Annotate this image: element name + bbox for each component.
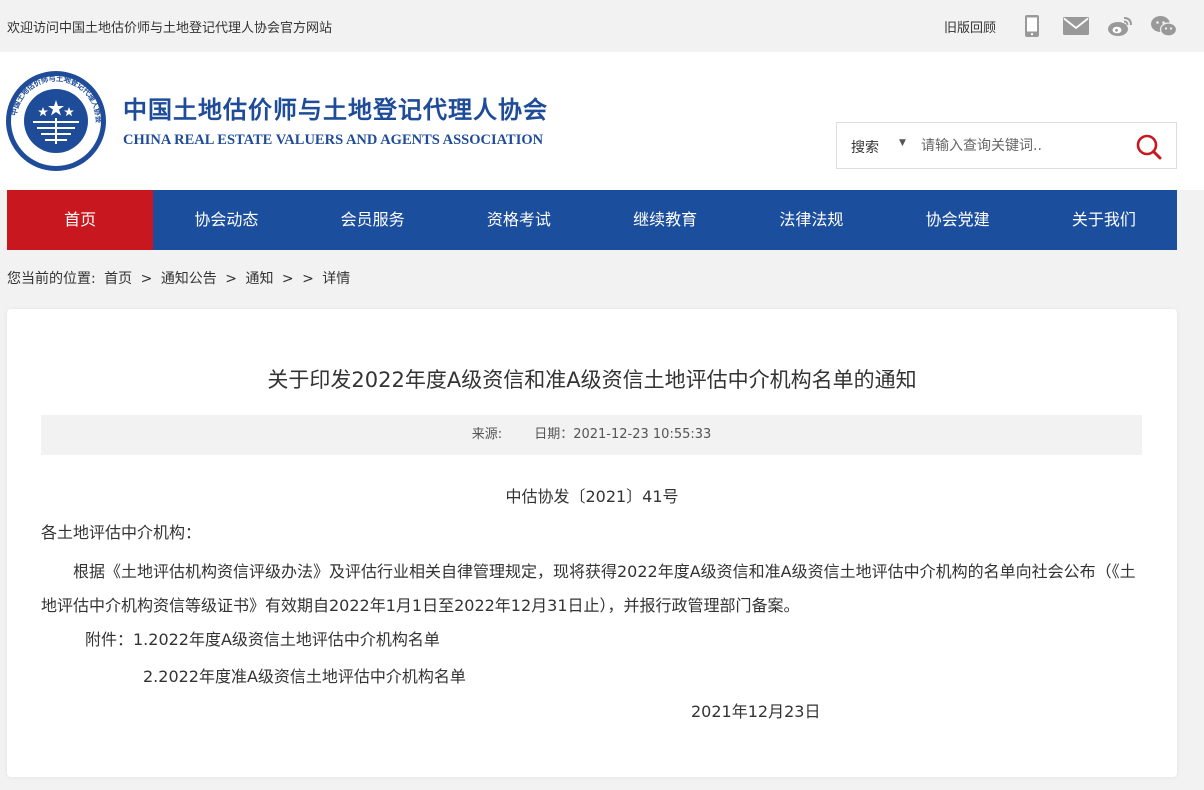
site-header: 中国土地估价师与土地登记代理人协会 中国土地估价师与土地登记代理人协会 CHIN… bbox=[0, 52, 1204, 190]
nav-item-education[interactable]: 继续教育 bbox=[592, 190, 738, 250]
chevron-down-icon[interactable]: ▼ bbox=[899, 138, 906, 148]
breadcrumb-separator: > bbox=[281, 271, 294, 287]
article-source: 来源: bbox=[471, 427, 503, 442]
mobile-icon[interactable] bbox=[1020, 14, 1044, 38]
search-box: 搜索 ▼ bbox=[836, 122, 1177, 169]
nav-item-home[interactable]: 首页 bbox=[7, 190, 154, 250]
nav-item-member-services[interactable]: 会员服务 bbox=[300, 190, 446, 250]
article-date: 日期：2021-12-23 10:55:33 bbox=[534, 427, 712, 442]
nav-item-news[interactable]: 协会动态 bbox=[153, 190, 299, 250]
wechat-icon[interactable] bbox=[1150, 14, 1178, 38]
top-bar: 欢迎访问中国土地估价师与土地登记代理人协会官方网站 旧版回顾 bbox=[0, 0, 1204, 52]
breadcrumb-separator: > bbox=[140, 271, 153, 287]
site-title-en[interactable]: CHINA REAL ESTATE VALUERS AND AGENTS ASS… bbox=[123, 132, 543, 149]
search-icon[interactable] bbox=[1135, 133, 1163, 161]
signed-date: 2021年12月23日 bbox=[691, 702, 821, 721]
welcome-text: 欢迎访问中国土地估价师与土地登记代理人协会官方网站 bbox=[7, 21, 333, 36]
search-scope-select[interactable]: 搜索 bbox=[851, 137, 879, 157]
article-card: 关于印发2022年度A级资信和准A级资信土地评估中介机构名单的通知 来源: 日期… bbox=[7, 309, 1177, 777]
article-meta: 来源: 日期：2021-12-23 10:55:33 bbox=[41, 415, 1142, 455]
breadcrumb-prefix: 您当前的位置: bbox=[7, 271, 96, 287]
mail-icon[interactable] bbox=[1062, 14, 1090, 38]
breadcrumb-separator: > bbox=[225, 271, 237, 287]
nav-item-laws[interactable]: 法律法规 bbox=[738, 190, 884, 250]
breadcrumb-link-notice[interactable]: 通知 bbox=[245, 271, 273, 287]
breadcrumb: 您当前的位置: 首页 > 通知公告 > 通知 > > 详情 bbox=[7, 268, 354, 288]
article-title: 关于印发2022年度A级资信和准A级资信土地评估中介机构名单的通知 bbox=[267, 368, 917, 392]
nav-item-party[interactable]: 协会党建 bbox=[885, 190, 1031, 250]
old-site-link[interactable]: 旧版回顾 bbox=[944, 17, 996, 36]
search-input[interactable] bbox=[921, 133, 1117, 159]
breadcrumb-separator: > bbox=[302, 271, 314, 287]
site-title-cn[interactable]: 中国土地估价师与土地登记代理人协会 bbox=[123, 90, 548, 125]
article-body: 根据《土地评估机构资信评级办法》及评估行业相关自律管理规定，现将获得2022年度… bbox=[41, 562, 1136, 615]
nav-item-exams[interactable]: 资格考试 bbox=[446, 190, 592, 250]
weibo-icon[interactable] bbox=[1106, 14, 1134, 38]
breadcrumb-current: 详情 bbox=[322, 271, 351, 287]
attachment-link-1[interactable]: 附件：1.2022年度A级资信土地评估中介机构名单 bbox=[85, 626, 440, 650]
nav-item-about[interactable]: 关于我们 bbox=[1031, 190, 1177, 250]
document-number: 中估协发〔2021〕41号 bbox=[505, 487, 679, 506]
main-nav: 首页 协会动态 会员服务 资格考试 继续教育 法律法规 协会党建 关于我们 bbox=[7, 190, 1177, 250]
attachment-link-2[interactable]: 2.2022年度准A级资信土地评估中介机构名单 bbox=[143, 663, 466, 687]
association-logo[interactable]: 中国土地估价师与土地登记代理人协会 bbox=[5, 70, 107, 172]
salutation: 各土地评估中介机构： bbox=[41, 523, 202, 542]
breadcrumb-link-notices[interactable]: 通知公告 bbox=[161, 271, 217, 287]
breadcrumb-link-home[interactable]: 首页 bbox=[104, 271, 132, 287]
